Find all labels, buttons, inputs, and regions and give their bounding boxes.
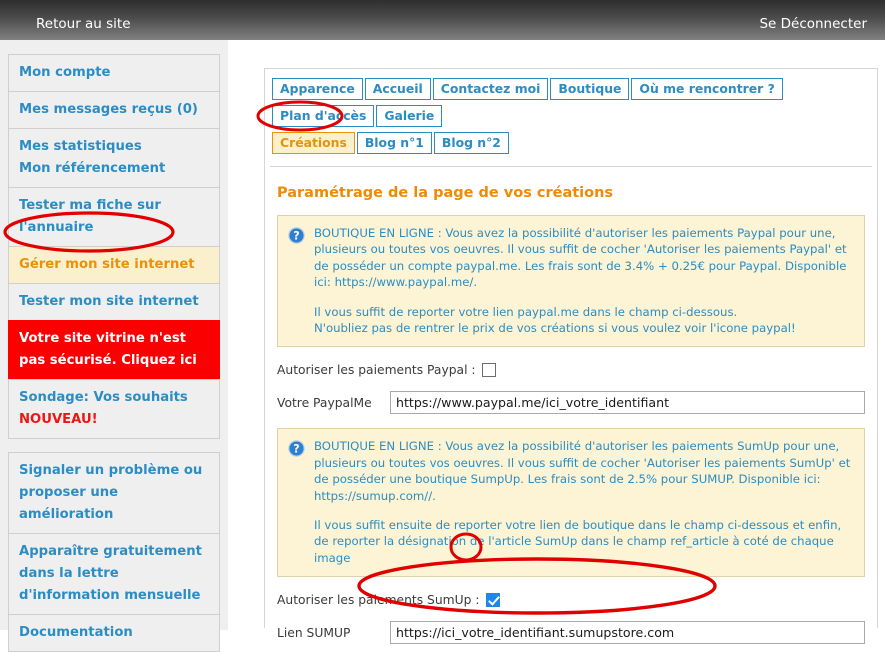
sidebar-item-label: Signaler un problème ou proposer une amé… bbox=[19, 463, 202, 522]
sumup-checkbox-label: Autoriser les paiements SumUp : bbox=[277, 593, 480, 607]
svg-text:?: ? bbox=[293, 443, 299, 456]
sidebar-item-mon-compte[interactable]: Mon compte bbox=[8, 54, 220, 92]
tab-plan-dacces[interactable]: Plan d'accès bbox=[272, 105, 374, 127]
sumup-info-box: ? BOUTIQUE EN LIGNE : Vous avez la possi… bbox=[277, 428, 865, 577]
sumup-info-paragraph-1: BOUTIQUE EN LIGNE : Vous avez la possibi… bbox=[314, 438, 852, 504]
logout-link[interactable]: Se Déconnecter bbox=[759, 16, 867, 32]
main-content: ApparenceAccueilContactez moiBoutiqueOù … bbox=[228, 40, 885, 630]
sumup-info-paragraph-2: Il vous suffit ensuite de reporter votre… bbox=[314, 517, 852, 566]
nouveau-badge: NOUVEAU! bbox=[19, 412, 98, 427]
sumup-link-row: Lien SUMUP bbox=[277, 621, 865, 644]
sumup-checkbox[interactable] bbox=[486, 593, 500, 607]
question-mark-icon: ? bbox=[288, 440, 305, 457]
sumup-info-text: BOUTIQUE EN LIGNE : Vous avez la possibi… bbox=[314, 438, 852, 566]
sidebar-divider bbox=[8, 438, 220, 452]
sidebar-item-label: Tester mon site internet bbox=[19, 294, 199, 309]
sumup-link-label: Lien SUMUP bbox=[277, 626, 390, 640]
sidebar: Mon compte Mes messages reçus (0) Mes st… bbox=[0, 40, 228, 630]
svg-text:?: ? bbox=[293, 229, 299, 242]
sidebar-item-label: Mon compte bbox=[19, 65, 110, 80]
sidebar-item-gerer-site[interactable]: Gérer mon site internet bbox=[8, 246, 220, 284]
sidebar-item-label: Apparaître gratuitement dans la lettre d… bbox=[19, 544, 202, 603]
tab-apparence[interactable]: Apparence bbox=[272, 78, 363, 100]
tab-accueil[interactable]: Accueil bbox=[365, 78, 431, 100]
tab-contactez-moi[interactable]: Contactez moi bbox=[433, 78, 549, 100]
sidebar-item-label: Mes messages reçus (0) bbox=[19, 102, 198, 117]
sidebar-item-label: Mes statistiques bbox=[19, 136, 209, 158]
sidebar-item-statistiques[interactable]: Mes statistiques Mon référencement bbox=[8, 128, 220, 188]
sidebar-item-label: Gérer mon site internet bbox=[19, 257, 195, 272]
paypal-info-box: ? BOUTIQUE EN LIGNE : Vous avez la possi… bbox=[277, 215, 865, 347]
sidebar-item-lettre-information[interactable]: Apparaître gratuitement dans la lettre d… bbox=[8, 533, 220, 615]
paypal-checkbox[interactable] bbox=[482, 363, 496, 377]
tab-blog-1[interactable]: Blog n°1 bbox=[357, 132, 432, 154]
paypalme-label: Votre PaypalMe bbox=[277, 396, 390, 410]
tab-ou-me-rencontrer[interactable]: Où me rencontrer ? bbox=[631, 78, 782, 100]
back-to-site-link[interactable]: Retour au site bbox=[36, 16, 131, 32]
tab-creations[interactable]: Créations bbox=[272, 132, 355, 154]
page-tabs: ApparenceAccueilContactez moiBoutiqueOù … bbox=[270, 69, 872, 167]
paypalme-input[interactable] bbox=[390, 391, 865, 414]
sidebar-item-documentation[interactable]: Documentation bbox=[8, 614, 220, 652]
page-title: Paramétrage de la page de vos créations bbox=[277, 185, 865, 201]
sidebar-item-label-secondary: Mon référencement bbox=[19, 158, 209, 180]
sidebar-item-label: Tester ma fiche sur l'annuaire bbox=[19, 198, 161, 235]
paypal-checkbox-label: Autoriser les paiements Paypal : bbox=[277, 363, 476, 377]
paypal-info-paragraph-1: BOUTIQUE EN LIGNE : Vous avez la possibi… bbox=[314, 225, 852, 291]
sidebar-item-label: Sondage: Vos souhaits bbox=[19, 390, 188, 405]
sidebar-item-sondage[interactable]: Sondage: Vos souhaits NOUVEAU! bbox=[8, 379, 220, 439]
sidebar-item-tester-site[interactable]: Tester mon site internet bbox=[8, 283, 220, 321]
tab-boutique[interactable]: Boutique bbox=[550, 78, 629, 100]
sidebar-item-label: Documentation bbox=[19, 625, 133, 640]
sidebar-item-messages[interactable]: Mes messages reçus (0) bbox=[8, 91, 220, 129]
paypal-checkbox-row: Autoriser les paiements Paypal : bbox=[277, 363, 865, 377]
top-header-bar: Retour au site Se Déconnecter bbox=[0, 0, 885, 40]
question-mark-icon: ? bbox=[288, 227, 305, 244]
paypalme-row: Votre PaypalMe bbox=[277, 391, 865, 414]
settings-panel: ApparenceAccueilContactez moiBoutiqueOù … bbox=[264, 68, 878, 628]
paypal-info-paragraph-3: N'oubliez pas de rentrer le prix de vos … bbox=[314, 320, 852, 336]
paypal-info-text: BOUTIQUE EN LIGNE : Vous avez la possibi… bbox=[314, 225, 852, 336]
sidebar-item-signaler-probleme[interactable]: Signaler un problème ou proposer une amé… bbox=[8, 452, 220, 534]
sidebar-item-site-non-securise[interactable]: Votre site vitrine n'est pas sécurisé. C… bbox=[8, 320, 220, 380]
sumup-link-input[interactable] bbox=[390, 621, 865, 644]
settings-body: Paramétrage de la page de vos créations … bbox=[265, 167, 877, 644]
sumup-checkbox-row: Autoriser les paiements SumUp : bbox=[277, 593, 865, 607]
paypal-info-paragraph-2: Il vous suffit de reporter votre lien pa… bbox=[314, 304, 852, 320]
tab-galerie[interactable]: Galerie bbox=[376, 105, 442, 127]
sidebar-item-label: Votre site vitrine n'est pas sécurisé. C… bbox=[19, 331, 197, 368]
sidebar-item-tester-fiche[interactable]: Tester ma fiche sur l'annuaire bbox=[8, 187, 220, 247]
tab-blog-2[interactable]: Blog n°2 bbox=[434, 132, 509, 154]
